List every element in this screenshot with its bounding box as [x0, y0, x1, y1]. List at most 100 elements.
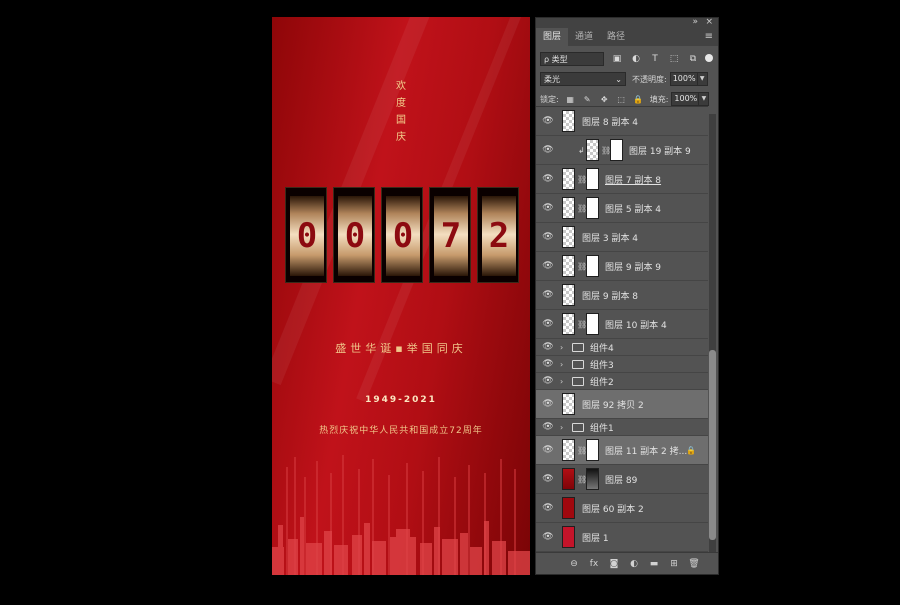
layer-thumbnail[interactable]	[562, 255, 575, 277]
lock-pixels-icon[interactable]: ✎	[582, 94, 593, 105]
eye-visibility-icon[interactable]: 👁	[542, 342, 554, 352]
chevron-right-icon[interactable]: ›	[560, 423, 563, 432]
digit-wheel: 2	[477, 187, 519, 283]
layer-row[interactable]: 👁 图层 60 副本 2	[536, 494, 708, 523]
eye-visibility-icon[interactable]: 👁	[542, 203, 554, 213]
layer-mask-thumbnail[interactable]	[586, 439, 599, 461]
layer-mask-thumbnail[interactable]	[586, 168, 599, 190]
eye-visibility-icon[interactable]: 👁	[542, 232, 554, 242]
layer-row[interactable]: 👁 ⛓ 图层 5 副本 4	[536, 194, 708, 223]
layer-row[interactable]: 👁 ⛓ 图层 11 副本 2 拷... 🔒	[536, 436, 708, 465]
eye-visibility-icon[interactable]: 👁	[542, 145, 554, 155]
lock-position-icon[interactable]: ✥	[599, 94, 610, 105]
lock-transparency-icon[interactable]: ▦	[565, 94, 576, 105]
layer-thumbnail[interactable]	[562, 284, 575, 306]
chevron-right-icon[interactable]: ›	[560, 360, 563, 369]
scrollbar-thumb[interactable]	[709, 350, 716, 540]
new-group-icon[interactable]: ▬	[644, 559, 664, 569]
blend-mode-select[interactable]: 柔光 ⌄	[540, 72, 626, 86]
eye-visibility-icon[interactable]: 👁	[542, 399, 554, 409]
layer-list: 👁 图层 8 副本 4 👁 ↲ ⛓ 图层 19 副本 9 👁 ⛓ 图层 7 副本 8 👁 ⛓ 图层 5…	[536, 106, 708, 555]
layer-group-row[interactable]: 👁 › 组件3	[536, 356, 708, 373]
fill-input[interactable]: 100%	[671, 92, 700, 106]
fx-icon[interactable]: fx	[584, 559, 604, 569]
layer-mask-thumbnail[interactable]	[586, 468, 599, 490]
image-filter-icon[interactable]: ▣	[611, 53, 623, 65]
layer-thumbnail[interactable]	[562, 313, 575, 335]
delete-layer-icon[interactable]: 🗑	[684, 559, 704, 569]
chevron-right-icon[interactable]: ›	[560, 343, 563, 352]
lock-all-icon[interactable]: 🔒	[633, 94, 644, 105]
layer-thumbnail[interactable]	[562, 110, 575, 132]
adjustment-layer-icon[interactable]: ◐	[624, 559, 644, 569]
layer-thumbnail[interactable]	[562, 197, 575, 219]
layer-thumbnail[interactable]	[586, 139, 599, 161]
opacity-input[interactable]: 100%	[669, 72, 698, 86]
layer-mask-thumbnail[interactable]	[586, 313, 599, 335]
layer-list-scrollbar[interactable]	[709, 114, 716, 552]
filter-kind-select[interactable]: ρ 类型	[540, 52, 604, 66]
poster-title-char: 庆	[396, 132, 406, 143]
eye-visibility-icon[interactable]: 👁	[542, 261, 554, 271]
lock-artboard-icon[interactable]: ⬚	[616, 94, 627, 105]
layer-row[interactable]: 👁 图层 3 副本 4	[536, 223, 708, 252]
eye-visibility-icon[interactable]: 👁	[542, 503, 554, 513]
eye-visibility-icon[interactable]: 👁	[542, 174, 554, 184]
layer-row[interactable]: 👁 图层 8 副本 4	[536, 107, 708, 136]
smart-object-filter-icon[interactable]: ⧉	[687, 53, 699, 65]
layer-thumbnail[interactable]	[562, 439, 575, 461]
collapse-panel-button[interactable]: »	[692, 17, 698, 27]
layer-group-row[interactable]: 👁 › 组件1	[536, 419, 708, 436]
eye-visibility-icon[interactable]: 👁	[542, 290, 554, 300]
layer-mask-thumbnail[interactable]	[610, 139, 623, 161]
eye-visibility-icon[interactable]: 👁	[542, 422, 554, 432]
eye-visibility-icon[interactable]: 👁	[542, 116, 554, 126]
eye-visibility-icon[interactable]: 👁	[542, 319, 554, 329]
layer-row[interactable]: 👁 图层 9 副本 8	[536, 281, 708, 310]
layer-row[interactable]: 👁 图层 92 拷贝 2	[536, 390, 708, 419]
chevron-right-icon[interactable]: ›	[560, 377, 563, 386]
layer-row[interactable]: 👁 ⛓ 图层 7 副本 8	[536, 165, 708, 194]
link-layers-icon[interactable]: ⊖	[564, 559, 584, 569]
digit: 0	[344, 216, 366, 256]
filter-toggle[interactable]	[705, 54, 713, 62]
layer-row[interactable]: 👁 图层 1	[536, 523, 708, 552]
add-mask-icon[interactable]: ◙	[604, 559, 624, 569]
chevron-down-icon[interactable]: ▼	[697, 72, 708, 86]
type-filter-icon[interactable]: T	[649, 53, 661, 65]
tab-paths[interactable]: 路径	[600, 28, 632, 46]
eye-visibility-icon[interactable]: 👁	[542, 474, 554, 484]
eye-visibility-icon[interactable]: 👁	[542, 532, 554, 542]
new-layer-icon[interactable]: ⊞	[664, 559, 684, 569]
tab-layers[interactable]: 图层	[536, 28, 569, 46]
layer-row[interactable]: 👁 ⛓ 图层 10 副本 4	[536, 310, 708, 339]
layer-thumbnail[interactable]	[562, 168, 575, 190]
layer-name: 图层 92 拷贝 2	[582, 400, 644, 411]
layer-group-row[interactable]: 👁 › 组件2	[536, 373, 708, 390]
fill-label: 填充:	[649, 94, 669, 104]
layer-thumbnail[interactable]	[562, 497, 575, 519]
eye-visibility-icon[interactable]: 👁	[542, 376, 554, 386]
tab-channels[interactable]: 通道	[568, 28, 600, 46]
layer-row[interactable]: 👁 ⛓ 图层 89	[536, 465, 708, 494]
layer-thumbnail[interactable]	[562, 393, 575, 415]
eye-visibility-icon[interactable]: 👁	[542, 359, 554, 369]
poster-title-char: 欢	[396, 81, 406, 92]
layer-thumbnail[interactable]	[562, 526, 575, 548]
layer-row[interactable]: 👁 ↲ ⛓ 图层 19 副本 9	[536, 136, 708, 165]
adjustment-filter-icon[interactable]: ◐	[630, 53, 642, 65]
shape-filter-icon[interactable]: ⬚	[668, 53, 680, 65]
layer-thumbnail[interactable]	[562, 468, 575, 490]
close-panel-button[interactable]: ×	[705, 17, 713, 27]
chevron-down-icon[interactable]: ▼	[699, 92, 710, 106]
poster-canvas[interactable]: 欢 度 国 庆 0 0 0 7 2 盛世华诞▪举国同庆 1949-2021 热烈…	[272, 17, 530, 575]
layer-group-row[interactable]: 👁 › 组件4	[536, 339, 708, 356]
photoshop-workspace: 欢 度 国 庆 0 0 0 7 2 盛世华诞▪举国同庆 1949-2021 热烈…	[0, 0, 900, 605]
eye-visibility-icon[interactable]: 👁	[542, 445, 554, 455]
layer-thumbnail[interactable]	[562, 226, 575, 248]
panel-menu-icon[interactable]: ≡	[705, 31, 713, 42]
poster-years: 1949-2021	[365, 395, 437, 405]
layer-mask-thumbnail[interactable]	[586, 255, 599, 277]
layer-mask-thumbnail[interactable]	[586, 197, 599, 219]
layer-row[interactable]: 👁 ⛓ 图层 9 副本 9	[536, 252, 708, 281]
